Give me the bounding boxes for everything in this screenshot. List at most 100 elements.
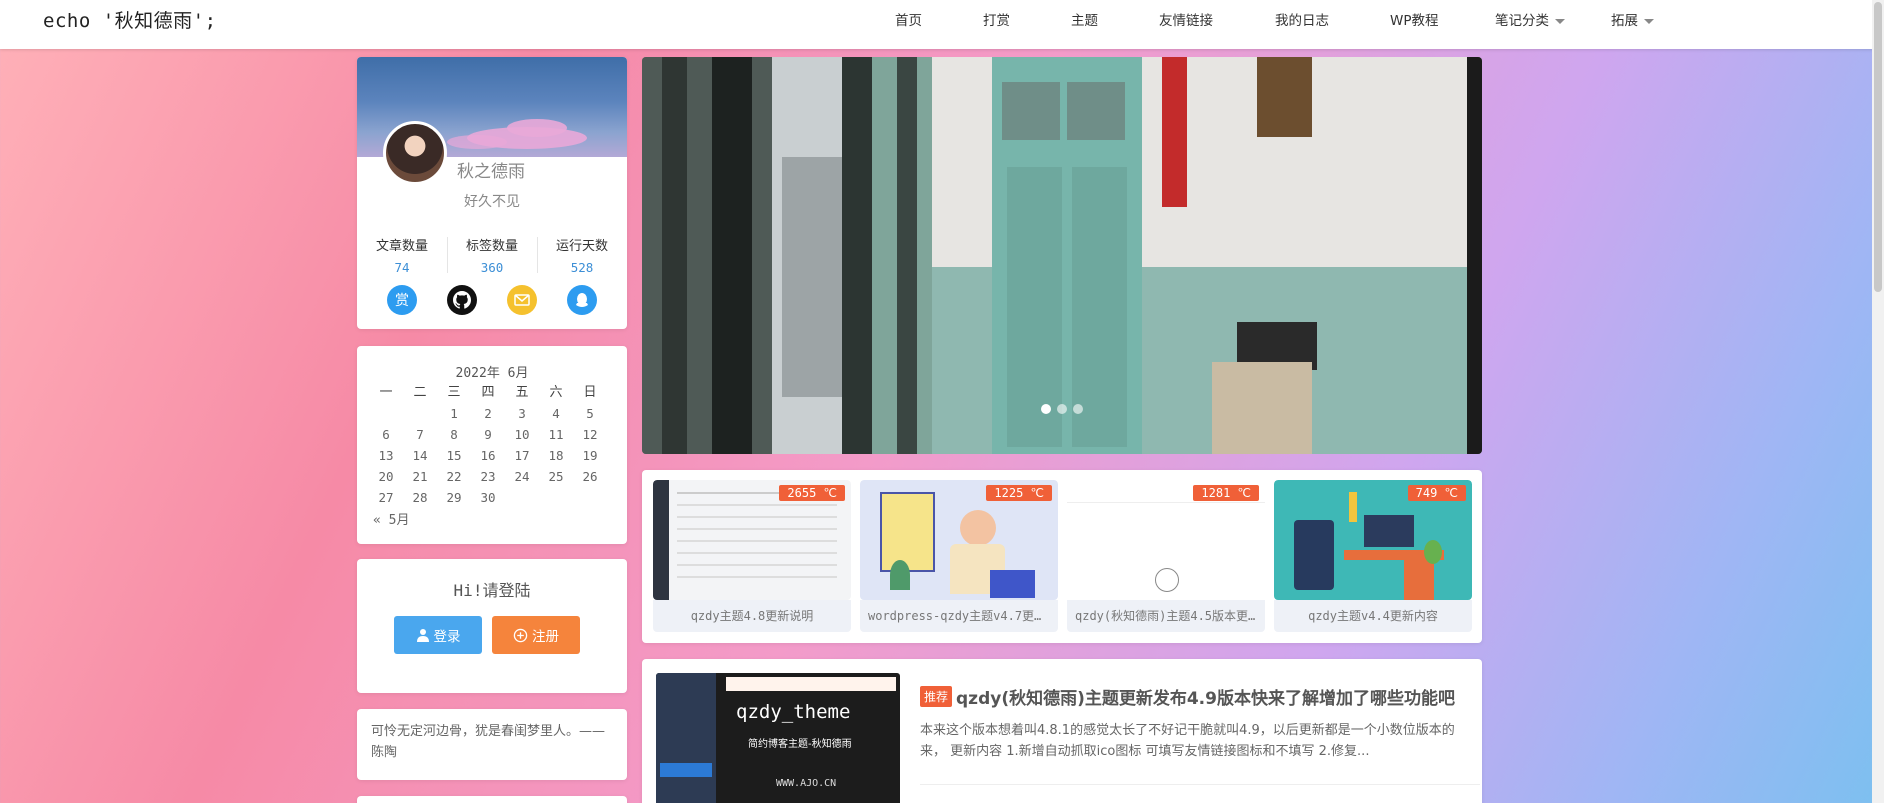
stat-tags[interactable]: 标签数量 360 xyxy=(447,235,537,275)
stat-posts[interactable]: 文章数量 74 xyxy=(357,235,447,275)
avatar[interactable] xyxy=(383,121,447,185)
calendar-day[interactable]: 9 xyxy=(471,424,505,445)
calendar-day[interactable]: 5 xyxy=(573,403,607,424)
calendar-day[interactable]: 25 xyxy=(539,466,573,487)
nav-label: 笔记分类 xyxy=(1495,13,1549,29)
stat-label: 文章数量 xyxy=(375,239,428,254)
register-button[interactable]: 注册 xyxy=(492,616,580,654)
calendar-day[interactable]: 4 xyxy=(539,403,573,424)
login-title: Hi!请登陆 xyxy=(453,581,531,600)
calendar-day[interactable]: 14 xyxy=(403,445,437,466)
calendar-weekday: 一 xyxy=(379,385,393,400)
calendar-day[interactable]: 22 xyxy=(437,466,471,487)
post-title-link[interactable]: qzdy(秋知德雨)主题更新发布4.9版本快来了解增加了哪些功能吧 xyxy=(956,684,1455,709)
page-scrollbar[interactable] xyxy=(1872,0,1884,803)
calendar-weekday: 二 xyxy=(413,385,427,400)
calendar-grid: 一二三四五六日 1 2 3 4 5 6 7 8 9 10 11 12 13 14 15 16 17 18 19 20 21… xyxy=(369,382,607,508)
post-thumbnail-url: WWW.AJO.CN xyxy=(776,778,837,789)
carousel-image xyxy=(642,57,1482,454)
login-button[interactable]: 登录 xyxy=(394,616,482,654)
stat-value: 528 xyxy=(570,260,594,275)
scrollbar-thumb[interactable] xyxy=(1874,2,1882,292)
calendar-day[interactable]: 18 xyxy=(539,445,573,466)
calendar-day[interactable]: 12 xyxy=(573,424,607,445)
nav-label: 我的日志 xyxy=(1275,13,1329,29)
mail-icon[interactable] xyxy=(507,285,537,315)
featured-post-card[interactable]: 1225 ℃ wordpress-qzdy主题v4.7更新说明 xyxy=(860,480,1058,632)
top-navbar: echo '秋知德雨'; 首页 打赏 主题 友情链接 我的日志 WP教程 笔记分… xyxy=(0,0,1884,49)
calendar-day[interactable]: 17 xyxy=(505,445,539,466)
calendar-weekday: 六 xyxy=(549,385,563,400)
calendar-day[interactable]: 8 xyxy=(437,424,471,445)
calendar-day[interactable]: 27 xyxy=(369,487,403,508)
featured-post-card[interactable]: 2655 ℃ qzdy主题4.8更新说明 xyxy=(653,480,851,632)
nav-item-extend[interactable]: 拓展 xyxy=(1611,0,1654,38)
stat-days[interactable]: 运行天数 528 xyxy=(537,235,627,275)
nav-label: WP教程 xyxy=(1390,13,1439,29)
featured-post-card[interactable]: 749 ℃ qzdy主题v4.4更新内容 xyxy=(1274,480,1472,632)
nav-item-reward[interactable]: 打赏 xyxy=(983,0,1010,38)
heat-badge: 1281 ℃ xyxy=(1193,485,1259,501)
nav-item-theme[interactable]: 主题 xyxy=(1071,0,1098,38)
image-carousel[interactable] xyxy=(642,57,1482,454)
calendar-prev-month-link[interactable]: « 5月 xyxy=(373,509,409,528)
post-thumbnail[interactable]: qzdy_theme 简约博客主题-秋知德雨 WWW.AJO.CN xyxy=(656,673,900,803)
calendar-day[interactable]: 13 xyxy=(369,445,403,466)
reward-glyph: 赏 xyxy=(395,293,409,309)
featured-post-caption[interactable]: qzdy主题v4.4更新内容 xyxy=(1274,600,1472,632)
post-thumbnail-title: qzdy_theme xyxy=(736,701,851,723)
nav-item-links[interactable]: 友情链接 xyxy=(1159,0,1213,38)
nav-item-diary[interactable]: 我的日志 xyxy=(1275,0,1329,38)
calendar-day[interactable]: 30 xyxy=(471,487,505,508)
calendar-day[interactable]: 10 xyxy=(505,424,539,445)
calendar-day[interactable]: 15 xyxy=(437,445,471,466)
featured-post-caption[interactable]: qzdy(秋知德雨)主题4.5版本更新 xyxy=(1067,600,1265,632)
reward-icon[interactable]: 赏 xyxy=(387,285,417,315)
nav-label: 拓展 xyxy=(1611,13,1638,29)
calendar-day[interactable]: 16 xyxy=(471,445,505,466)
recommended-badge: 推荐 xyxy=(920,686,953,707)
calendar-day[interactable]: 7 xyxy=(403,424,437,445)
nav-label: 打赏 xyxy=(983,13,1010,29)
post-excerpt: 本来这个版本想着叫4.8.1的感觉太长了不好记干脆就叫4.9，以后更新都是一个小… xyxy=(920,723,1455,759)
next-widget xyxy=(357,796,627,803)
stat-label: 标签数量 xyxy=(465,239,518,254)
profile-card: 秋之德雨 好久不见 文章数量 74 标签数量 360 运行天数 528 赏 xyxy=(357,57,627,329)
carousel-dot[interactable] xyxy=(1041,404,1051,414)
calendar-day[interactable]: 23 xyxy=(471,466,505,487)
qq-icon[interactable] xyxy=(567,285,597,315)
featured-posts: 2655 ℃ qzdy主题4.8更新说明 1225 ℃ wordpress-qz… xyxy=(642,470,1482,643)
github-icon[interactable] xyxy=(447,285,477,315)
nav-item-notes[interactable]: 笔记分类 xyxy=(1495,0,1565,38)
calendar-day[interactable]: 26 xyxy=(573,466,607,487)
carousel-dot[interactable] xyxy=(1073,404,1083,414)
calendar-day[interactable]: 20 xyxy=(369,466,403,487)
calendar-day[interactable]: 19 xyxy=(573,445,607,466)
nav-label: 友情链接 xyxy=(1159,13,1213,29)
calendar-day[interactable]: 3 xyxy=(505,403,539,424)
calendar-weekday: 三 xyxy=(447,385,461,400)
calendar-day[interactable]: 2 xyxy=(471,403,505,424)
calendar-day[interactable]: 21 xyxy=(403,466,437,487)
carousel-dot[interactable] xyxy=(1057,404,1067,414)
calendar-day[interactable]: 29 xyxy=(437,487,471,508)
nav-item-home[interactable]: 首页 xyxy=(895,0,922,38)
stat-label: 运行天数 xyxy=(555,239,608,254)
calendar-day[interactable]: 24 xyxy=(505,466,539,487)
quote-text: 可怜无定河边骨，犹是春闺梦里人。——陈陶 xyxy=(371,724,606,760)
featured-post-caption[interactable]: wordpress-qzdy主题v4.7更新说明 xyxy=(860,600,1058,632)
featured-post-caption[interactable]: qzdy主题4.8更新说明 xyxy=(653,600,851,632)
profile-motto: 好久不见 xyxy=(464,194,520,210)
featured-post-card[interactable]: 1281 ℃ qzdy(秋知德雨)主题4.5版本更新 xyxy=(1067,480,1265,632)
login-widget: Hi!请登陆 登录 注册 xyxy=(357,559,627,693)
calendar-day[interactable]: 11 xyxy=(539,424,573,445)
site-brand[interactable]: echo '秋知德雨'; xyxy=(43,6,217,33)
calendar-weekday: 日 xyxy=(583,385,597,400)
chevron-down-icon xyxy=(1555,18,1565,24)
calendar-day[interactable]: 1 xyxy=(437,403,471,424)
calendar-blank xyxy=(403,403,437,424)
nav-item-wp-tutorial[interactable]: WP教程 xyxy=(1390,0,1439,38)
login-button-label: 登录 xyxy=(433,629,461,645)
calendar-day[interactable]: 28 xyxy=(403,487,437,508)
calendar-day[interactable]: 6 xyxy=(369,424,403,445)
